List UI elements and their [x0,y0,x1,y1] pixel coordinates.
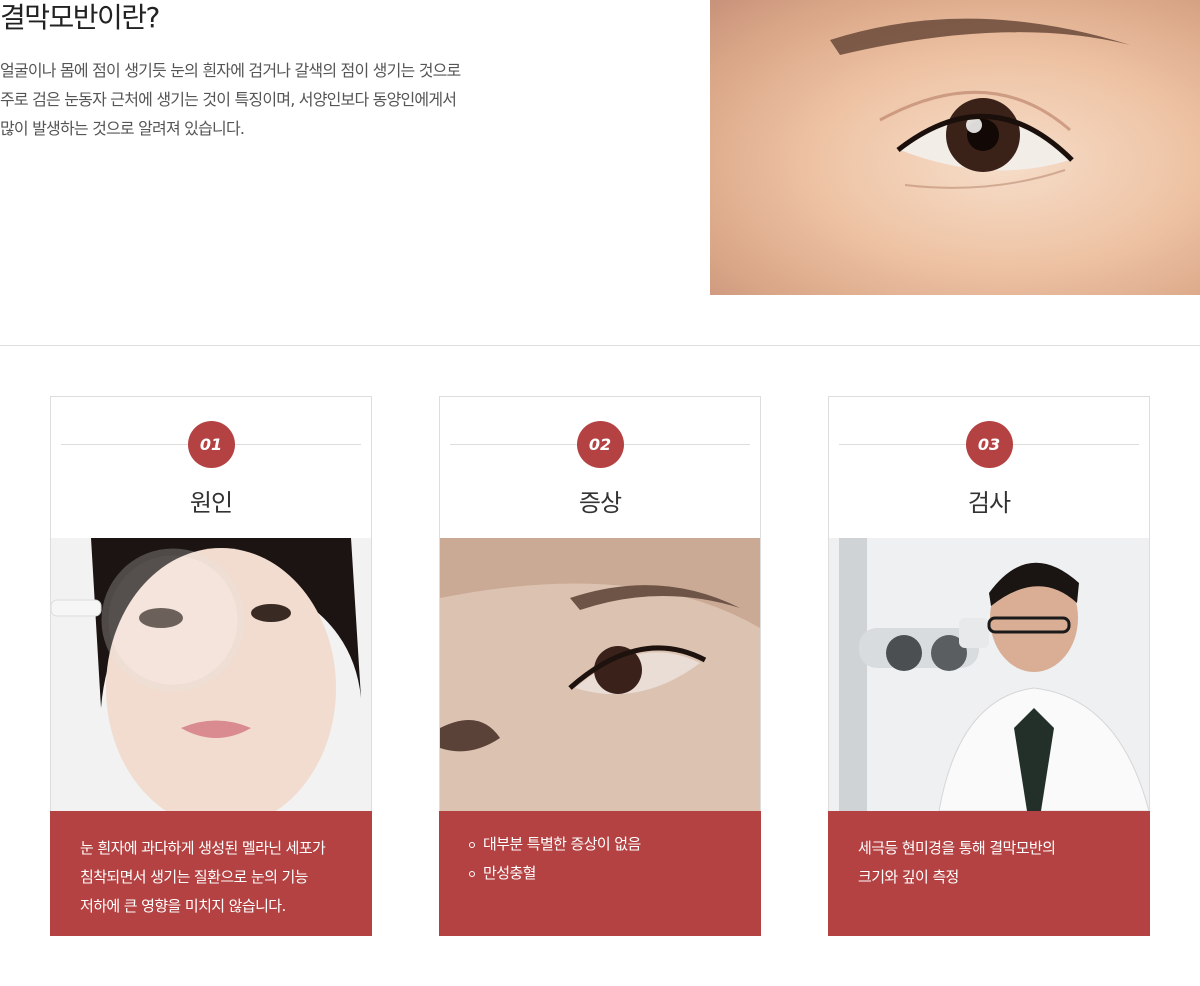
intro-description: 얼굴이나 몸에 점이 생기듯 눈의 흰자에 검거나 갈색의 점이 생기는 것으로… [0,56,560,143]
eye-closeup-photo [710,0,1200,295]
card-number-badge: 02 [576,421,624,468]
card-desc-line: 눈 흰자에 과다하게 생성된 멜라닌 세포가 [80,839,326,857]
symptom-item: 대부분 특별한 증상이 없음 [469,830,745,859]
symptom-item: 만성충혈 [469,859,745,888]
card-description: 대부분 특별한 증상이 없음 만성충혈 [439,811,761,936]
card-description: 세극등 현미경을 통해 결막모반의 크기와 깊이 측정 [828,811,1150,936]
card-desc-line: 크기와 깊이 측정 [858,868,959,886]
symptom-list: 대부분 특별한 증상이 없음 만성충혈 [469,830,745,888]
card-desc-line: 저하에 큰 영향을 미치지 않습니다. [80,897,286,915]
doctor-slit-lamp-photo [829,538,1149,811]
card-title: 원인 [189,489,233,517]
card-desc-line: 침착되면서 생기는 질환으로 눈의 기능 [80,868,308,886]
section-divider [0,345,1200,346]
card-cause: 01 원인 눈 흰자에 과다하게 생성된 멜라닌 세포가 침착되면서 생기는 질… [50,396,372,936]
card-symptom: 02 증상 대부분 특별한 증상이 없음 만성충혈 [439,396,761,936]
card-description: 눈 흰자에 과다하게 생성된 멜라닌 세포가 침착되면서 생기는 질환으로 눈의… [50,811,372,936]
intro-line: 얼굴이나 몸에 점이 생기듯 눈의 흰자에 검거나 갈색의 점이 생기는 것으로 [0,61,461,80]
page-title: 결막모반이란? [0,1,160,34]
card-number-badge: 03 [965,421,1013,468]
card-title: 검사 [967,489,1011,517]
card-desc-line: 세극등 현미경을 통해 결막모반의 [858,839,1056,857]
card-exam: 03 검사 세극등 현미경을 통해 결막모반의 크기와 깊이 측정 [828,396,1150,936]
eye-side-photo [440,538,760,811]
magnifier-face-photo [51,538,371,811]
intro-line: 많이 발생하는 것으로 알려져 있습니다. [0,119,245,138]
card-title: 증상 [578,489,622,517]
card-number-badge: 01 [187,421,235,468]
intro-line: 주로 검은 눈동자 근처에 생기는 것이 특징이며, 서양인보다 동양인에게서 [0,90,457,109]
